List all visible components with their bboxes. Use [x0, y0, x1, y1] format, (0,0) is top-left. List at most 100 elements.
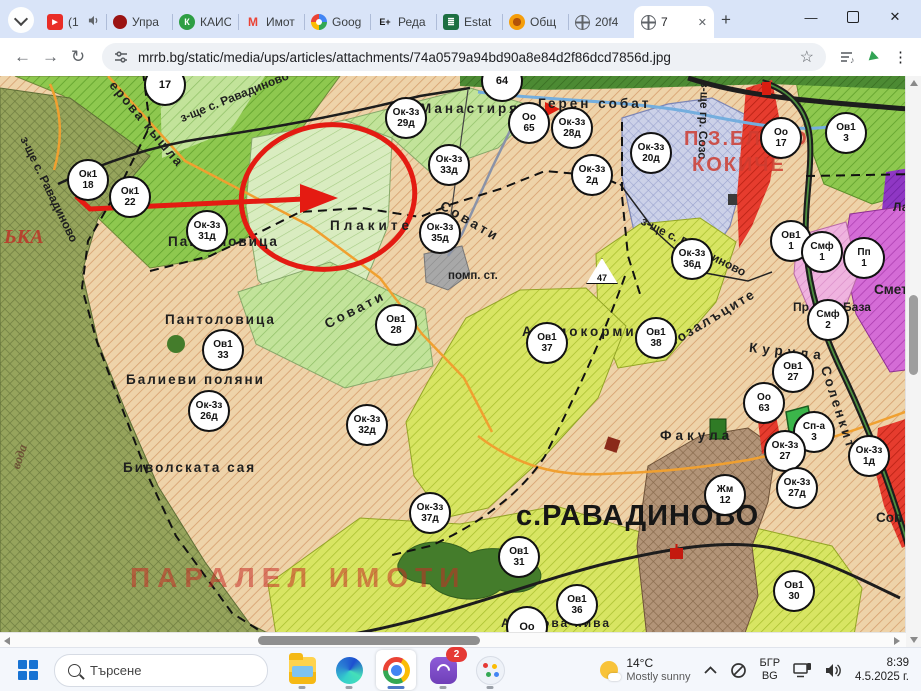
paint-taskbar-button[interactable] — [470, 650, 510, 690]
running-indicator — [346, 686, 353, 689]
extension-arrow-icon[interactable] — [869, 51, 881, 63]
explorer-icon — [289, 657, 316, 684]
notification-badge: 2 — [446, 647, 467, 662]
zone-marker-Ов1-30: Ов130 — [773, 570, 815, 612]
edge-taskbar-button[interactable] — [329, 650, 369, 690]
bookmark-star-icon[interactable]: ☆ — [800, 47, 814, 67]
network-icon[interactable] — [793, 663, 812, 678]
browser-tab-Estat[interactable]: Estat — [436, 6, 502, 38]
vertical-scrollbar[interactable] — [905, 76, 921, 647]
reload-button[interactable]: ↻ — [64, 43, 92, 71]
youtube-favicon — [47, 14, 63, 30]
chrome-icon — [383, 657, 410, 684]
window-controls: — ✕ — [803, 0, 915, 34]
viber-taskbar-button[interactable]: 2 — [423, 650, 463, 690]
browser-tab-Реда[interactable]: Реда — [370, 6, 436, 38]
maximize-button[interactable] — [845, 9, 861, 25]
explorer-taskbar-button[interactable] — [282, 650, 322, 690]
browser-tab-Упра[interactable]: Упра — [106, 6, 172, 38]
minimize-button[interactable]: — — [803, 9, 819, 25]
eplus-favicon — [377, 14, 393, 30]
horizontal-scrollbar[interactable] — [0, 632, 906, 647]
browser-tab-КАИС[interactable]: КАИС — [172, 6, 238, 38]
language-bottom: BG — [762, 670, 778, 683]
tab-audio-icon[interactable] — [88, 15, 99, 29]
tray-chevron-up-icon[interactable] — [704, 666, 717, 674]
weather-temp: 14°C — [626, 657, 690, 671]
tab-close-icon[interactable]: ✕ — [698, 16, 707, 29]
scroll-down-icon[interactable] — [910, 637, 918, 643]
browser-tab-(1[interactable]: (1 — [40, 6, 106, 38]
start-button[interactable] — [18, 660, 38, 680]
map-label: КОКИЧЕ — [692, 154, 786, 177]
tab-title: Goog — [332, 15, 363, 29]
back-button[interactable]: ← — [8, 43, 36, 71]
map-label: Смет — [874, 282, 908, 297]
scroll-left-icon[interactable] — [4, 637, 10, 645]
running-indicator — [440, 686, 447, 689]
scroll-right-icon[interactable] — [894, 637, 900, 645]
edge-icon — [336, 657, 363, 684]
site-info-icon[interactable] — [114, 50, 128, 64]
vertical-scroll-thumb[interactable] — [909, 295, 918, 375]
tab-list: (1 Упра КАИС Имот Goog Реда EstatОбщ 20f4 7✕ — [40, 6, 714, 38]
map-label: Пр — [793, 300, 809, 314]
browser-tab-7[interactable]: 7✕ — [634, 6, 714, 38]
tray-time: 8:39 — [887, 656, 909, 670]
red-dot-favicon — [113, 15, 127, 29]
address-bar[interactable]: mrrb.bg/static/media/ups/articles/attach… — [102, 43, 826, 71]
scroll-up-icon[interactable] — [910, 80, 918, 86]
menu-kebab-icon[interactable]: ⋮ — [893, 48, 908, 66]
media-controls-icon[interactable]: ♪ — [840, 50, 856, 64]
browser-toolbar: ← → ↻ mrrb.bg/static/media/ups/articles/… — [0, 38, 921, 77]
volume-icon[interactable] — [825, 663, 842, 678]
tab-search-button[interactable] — [8, 7, 34, 33]
tab-title: КАИС — [200, 15, 231, 29]
close-button[interactable]: ✕ — [887, 9, 903, 25]
monument-icon — [762, 82, 771, 95]
zone-marker-Пп-1: Пп1 — [843, 237, 885, 279]
browser-tab-20f4[interactable]: 20f4 — [568, 6, 634, 38]
browser-tab-Имот[interactable]: Имот — [238, 6, 304, 38]
zone-marker-Жм-12: Жм12 — [704, 474, 746, 516]
gmail-favicon — [245, 14, 261, 30]
zone-marker-Ок-3з-2д: Ок-3з2д — [571, 154, 613, 196]
new-tab-button[interactable]: + — [714, 8, 738, 32]
map-label: Пантоловица — [165, 312, 276, 327]
map-viewport: 1764Ок-3з29дОо65Ок-3з28дОв13Оо17Ок-3з20д… — [0, 76, 921, 647]
tab-title: Упра — [132, 15, 165, 29]
taskbar: Търсене 2 14°C Mostly sunny БГР BG — [0, 647, 921, 691]
running-indicator — [487, 686, 494, 689]
tab-title: (1 — [68, 15, 83, 29]
taskbar-search[interactable]: Търсене — [54, 654, 268, 687]
search-icon — [68, 664, 81, 677]
browser-tab-Общ[interactable]: Общ — [502, 6, 568, 38]
zone-marker-Ок-3з-37д: Ок-3з37д — [409, 492, 451, 534]
zone-marker-Ок-3з-28д: Ок-3з28д — [551, 107, 593, 149]
zone-marker-Ок-3з-27д: Ок-3з27д — [776, 467, 818, 509]
language-indicator[interactable]: БГР BG — [760, 657, 781, 683]
forward-button[interactable]: → — [36, 43, 64, 71]
tab-strip: (1 Упра КАИС Имот Goog Реда EstatОбщ 20f4 7✕ + —… — [0, 0, 921, 38]
paint-icon — [476, 656, 505, 685]
browser-window: (1 Упра КАИС Имот Goog Реда EstatОбщ 20f4 7✕ + —… — [0, 0, 921, 691]
zone-marker-Оо-63: Оо63 — [743, 382, 785, 424]
zone-marker-Ок-3з-35д: Ок-3з35д — [419, 212, 461, 254]
tab-title: Реда — [398, 15, 429, 29]
search-placeholder: Търсене — [90, 663, 141, 678]
zone-marker-Ок-3з-33д: Ок-3з33д — [428, 144, 470, 186]
zone-marker-Ок1-22: Ок122 — [109, 176, 151, 218]
running-indicator — [299, 686, 306, 689]
clock-widget[interactable]: 8:39 4.5.2025 г. — [855, 656, 909, 685]
zone-marker-Ок1-18: Ок118 — [67, 159, 109, 201]
zone-marker-Ов1-28: Ов128 — [375, 304, 417, 346]
weather-widget[interactable]: 14°C Mostly sunny — [600, 657, 690, 683]
running-indicator — [388, 686, 405, 689]
weather-sun-icon — [600, 661, 618, 679]
globe-favicon — [641, 15, 656, 30]
browser-tab-Goog[interactable]: Goog — [304, 6, 370, 38]
do-not-disturb-icon[interactable] — [730, 662, 747, 679]
horizontal-scroll-thumb[interactable] — [258, 636, 480, 645]
tab-title: 20f4 — [595, 15, 627, 29]
chrome-taskbar-button[interactable] — [376, 650, 416, 690]
